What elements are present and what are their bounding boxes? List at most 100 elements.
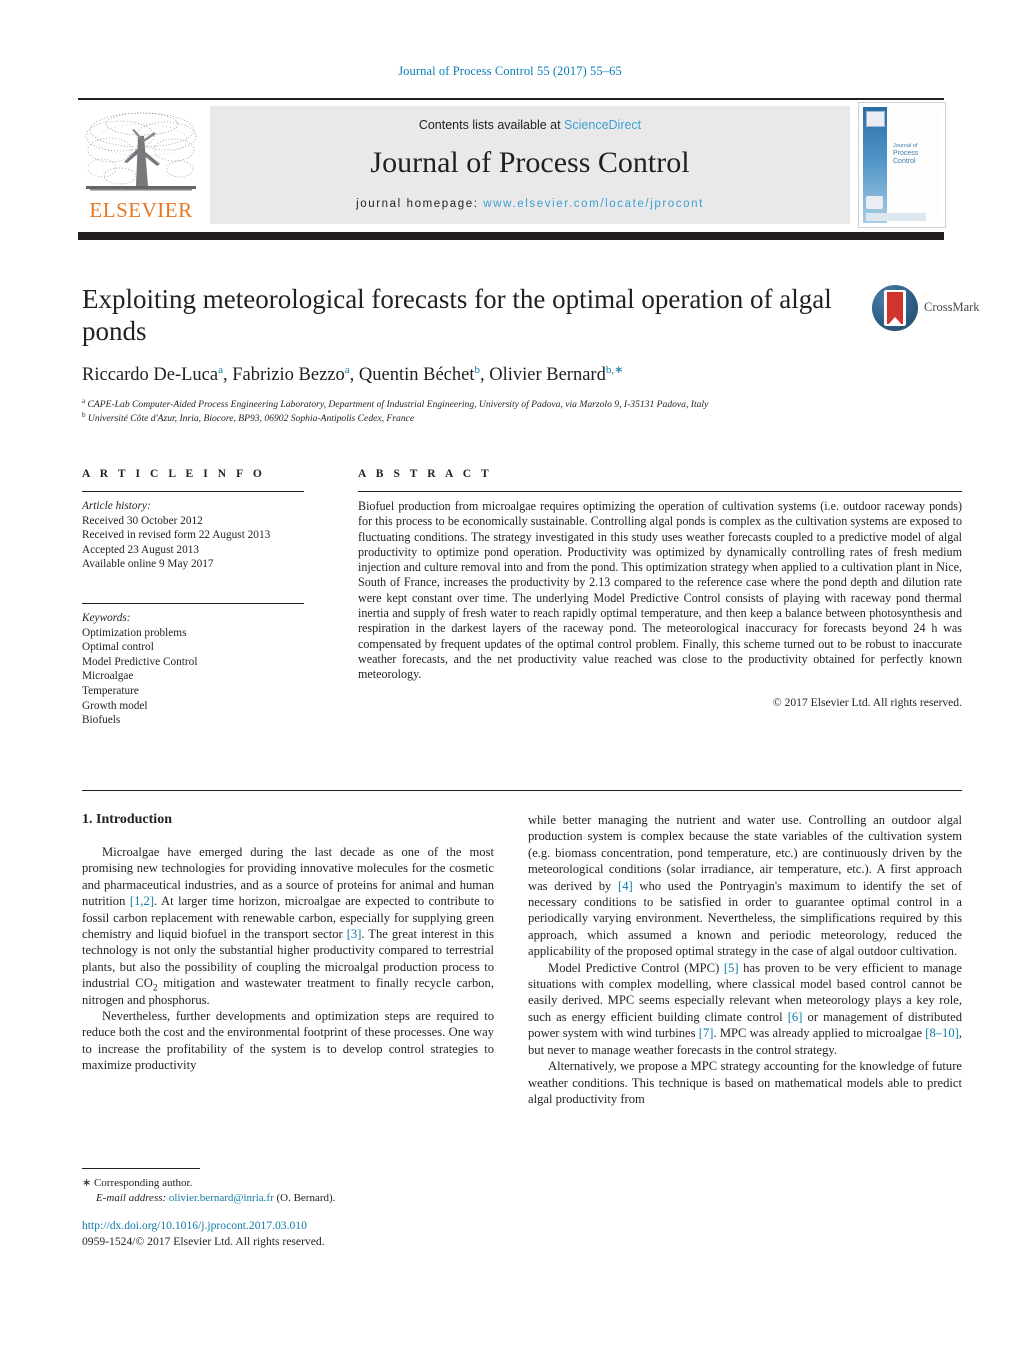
article-history-item: Available online 9 May 2017 [82,558,214,571]
body-separator-rule [82,790,962,791]
masthead-bottom-rule [78,232,944,240]
copyright-line: © 2017 Elsevier Ltd. All rights reserved… [772,695,962,709]
masthead-body: ELSEVIER Contents lists available at Sci… [78,100,946,228]
contents-prefix: Contents lists available at [418,118,565,132]
keyword-item: Biofuels [82,714,121,727]
elsevier-logo: ELSEVIER [80,106,202,224]
journal-homepage-link[interactable]: www.elsevier.com/locate/jprocont [483,198,704,210]
running-head: Journal of Process Control 55 (2017) 55–… [398,64,622,78]
crossmark-circle-icon [872,285,918,331]
affiliation-item: b Université Côte d'Azur, Inria, Biocore… [82,410,415,424]
author-affiliation-mark: a [218,363,223,376]
keyword-item: Growth model [82,699,148,712]
journal-cover-thumbnail: Journal of Process Control [858,102,946,228]
abstract-body: Biofuel production from microalgae requi… [358,499,962,682]
citation-link[interactable]: [8–10] [925,1026,959,1040]
title-block: Exploiting meteorological forecasts for … [82,283,842,425]
abstract-rule [358,491,962,492]
article-history-label: Article history: [82,500,151,512]
section-heading-introduction: 1. Introduction [82,812,172,827]
article-history-item: Received 30 October 2012 [82,514,203,527]
body-paragraph: Nevertheless, further developments and o… [82,1009,494,1073]
author-name: Quentin Béchet [358,365,475,385]
elsevier-wordmark: ELSEVIER [89,198,193,222]
citation-link[interactable]: [5] [724,961,739,975]
article-history-group: Article history: Received 30 October 201… [82,499,304,572]
abstract-column: A B S T R A C T Biofuel production from … [358,468,962,709]
keywords-label: Keywords: [82,611,131,624]
cover-ifac-icon [866,196,883,209]
article-info-column: A R T I C L E I N F O Article history: R… [82,468,304,728]
keyword-item: Optimal control [82,641,154,654]
author-affiliation-mark: a [344,363,350,376]
body-paragraph: Alternatively, we propose a MPC strategy… [528,1059,962,1106]
article-history-item: Received in revised form 22 August 2013 [82,529,271,542]
keywords-rule [82,602,304,604]
body-paragraph: Microalgae have emerged during the last … [82,845,494,1007]
footnote-email-suffix: (O. Bernard). [276,1191,336,1204]
author-list: Riccardo De-Lucaa, Fabrizio Bezzoa, Quen… [82,363,624,385]
keyword-item: Model Predictive Control [82,655,198,668]
keyword-item: Temperature [82,684,139,697]
cover-emblem-icon [866,111,885,127]
author-name: Fabrizio Bezzo [232,365,345,385]
subscript: 2 [152,983,158,994]
crossmark-badge[interactable]: CrossMark [872,285,980,333]
keywords-items: Optimization problems Optimal control Mode… [82,626,304,728]
sciencedirect-link[interactable]: ScienceDirect [564,118,641,132]
author-affiliation-mark: b [474,363,480,376]
citation-link[interactable]: [7] [699,1026,714,1040]
homepage-prefix: journal homepage: [356,198,479,210]
cover-title-small: Journal of [893,143,918,149]
keyword-item: Optimization problems [82,626,187,639]
author-affiliation-mark: b,∗ [605,363,624,376]
journal-homepage-line: journal homepage: www.elsevier.com/locat… [210,198,850,210]
article-info-rule [82,491,304,492]
journal-masthead: ELSEVIER Contents lists available at Sci… [78,98,946,228]
citation-link[interactable]: [3] [347,927,362,941]
author-name: Riccardo De-Luca [82,365,219,385]
cover-footer-bar [866,213,926,221]
masthead-center-panel: Contents lists available at ScienceDirec… [210,106,850,224]
keywords-group: Keywords: Optimization problems Optimal c… [82,611,304,728]
cover-title-text: Journal of Process Control [893,143,941,166]
corresponding-author-footnote: ∗ Corresponding author. E-mail address: … [82,1168,494,1205]
footnote-email-link[interactable]: olivier.bernard@inria.fr [169,1192,274,1204]
doi-block: http://dx.doi.org/10.1016/j.jprocont.201… [82,1218,494,1249]
crossmark-label: CrossMark [924,300,980,314]
elsevier-tree-icon [85,112,197,191]
footnote-star: ∗ [82,1177,92,1189]
abstract-heading: A B S T R A C T [358,468,493,480]
affiliation-mark: a [82,396,86,405]
keyword-item: Microalgae [82,670,134,683]
body-paragraph: Model Predictive Control (MPC) [5] has p… [528,960,962,1057]
affiliation-list: a CAPE-Lab Computer-Aided Process Engine… [82,396,842,425]
journal-title: Journal of Process Control [370,146,690,179]
citation-link[interactable]: [4] [618,879,633,893]
footnote-corresponding-line: ∗ Corresponding author. [82,1176,494,1191]
footnote-text: ∗ Corresponding author. E-mail address: … [82,1176,494,1205]
intro-right-paragraphs: while better managing the nutrient and w… [528,812,962,1107]
cover-title-big: Process Control [893,150,919,165]
intro-left-paragraphs: Microalgae have emerged during the last … [82,844,494,1074]
page-title: Exploiting meteorological forecasts for … [82,284,832,346]
body-column-left: 1. Introduction Microalgae have emerged … [82,812,494,1074]
citation-link[interactable]: [6] [788,1010,803,1024]
footnote-email-label: E-mail address: [96,1191,167,1204]
doi-link[interactable]: http://dx.doi.org/10.1016/j.jprocont.201… [82,1218,494,1234]
article-history-item: Accepted 23 August 2013 [82,543,200,556]
footnote-corresponding-label: Corresponding author. [93,1177,193,1189]
affiliation-item: a CAPE-Lab Computer-Aided Process Engine… [82,396,709,410]
article-info-heading: A R T I C L E I N F O [82,468,266,480]
body-column-right: while better managing the nutrient and w… [528,812,962,1107]
author-name: Olivier Bernard [489,365,606,385]
issn-copyright-line: 0959-1524/© 2017 Elsevier Ltd. All right… [82,1234,325,1248]
contents-lists-line: Contents lists available at ScienceDirec… [210,118,850,132]
citation-link[interactable]: [1,2] [130,894,154,908]
body-paragraph: while better managing the nutrient and w… [528,813,962,959]
paper-page: Journal of Process Control 55 (2017) 55–… [0,0,1020,1351]
crossmark-arrow-icon [887,317,903,326]
footnote-email-line: E-mail address: olivier.bernard@inria.fr… [82,1191,494,1206]
footnote-rule [82,1168,200,1169]
